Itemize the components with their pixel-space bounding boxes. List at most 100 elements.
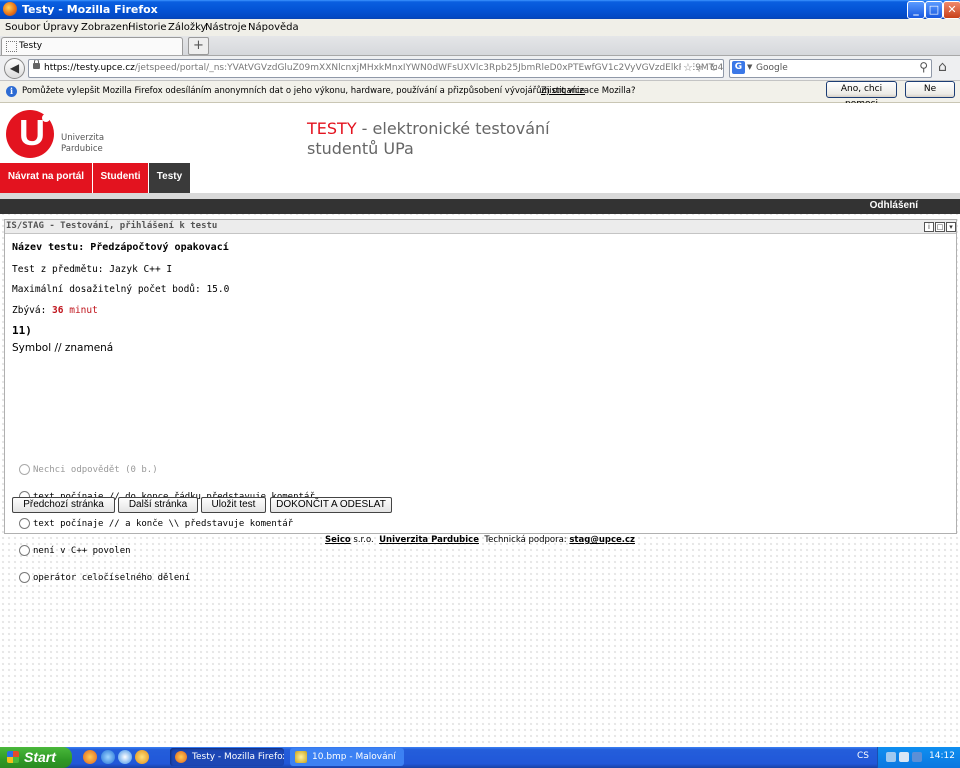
test-subject: Test z předmětu: Jazyk C++ I xyxy=(12,264,173,275)
system-tray: 14:12 xyxy=(877,747,960,768)
logo-dot xyxy=(42,114,50,122)
menu-view[interactable]: Zobrazení xyxy=(81,22,131,33)
notification-bar: i Pomůžete vylepšit Mozilla Firefox odes… xyxy=(0,81,960,109)
nav-item-portal[interactable]: Návrat na portál xyxy=(0,163,92,193)
lock-icon xyxy=(33,60,40,69)
menu-file[interactable]: Soubor xyxy=(5,22,40,33)
portlet-title: IS/STAG - Testování, přihlášení k testu xyxy=(6,221,218,231)
learn-more-link[interactable]: Zjistit více xyxy=(541,86,585,96)
radio-button[interactable] xyxy=(19,572,30,583)
radio-button[interactable] xyxy=(19,545,30,556)
site-header: U Univerzita Pardubice TESTY - elektroni… xyxy=(0,103,960,193)
nav-item-students[interactable]: Studenti xyxy=(93,163,148,193)
home-icon[interactable]: ⌂ xyxy=(938,59,947,75)
taskbar-item-firefox[interactable]: Testy - Mozilla Firefox xyxy=(170,748,284,766)
menu-bookmarks[interactable]: Záložky xyxy=(168,22,206,33)
finish-and-submit-button[interactable]: DOKONČIT A ODESLAT xyxy=(270,497,392,513)
taskbar-item-paint[interactable]: 10.bmp - Malování xyxy=(290,748,404,766)
media-quicklaunch-icon[interactable] xyxy=(118,750,132,764)
start-label: Start xyxy=(24,749,56,765)
university-logo[interactable]: U xyxy=(6,110,54,158)
radio-button[interactable] xyxy=(19,464,30,475)
search-engine-dropdown-icon[interactable]: ▼ xyxy=(747,63,752,71)
menu-bar: Soubor Úpravy Zobrazení Historie Záložky… xyxy=(0,19,960,36)
time-remaining-unit: minut xyxy=(63,305,98,316)
language-indicator[interactable]: CS xyxy=(857,751,869,761)
new-tab-button[interactable]: + xyxy=(188,37,209,55)
time-remaining-value: 36 xyxy=(52,305,64,316)
url-path: /jetspeed/portal/_ns:YVAtVGVzdGluZ09mXXN… xyxy=(134,63,724,73)
support-email-link[interactable]: stag@upce.cz xyxy=(569,535,635,545)
menu-help[interactable]: Nápověda xyxy=(248,22,299,33)
answer-label: text počínaje // a konče \\ představuje … xyxy=(33,519,294,529)
page-footer: Seico s.r.o. Univerzita Pardubice Techni… xyxy=(0,535,960,545)
site-title-highlight: TESTY xyxy=(307,119,357,138)
answer-label: Nechci odpovědět (0 b.) xyxy=(33,465,158,475)
portlet-header: IS/STAG - Testování, přihlášení k testu … xyxy=(5,220,956,234)
user-bar: Odhlášení xyxy=(0,199,960,214)
close-button[interactable]: ✕ xyxy=(943,1,960,19)
windows-logo-icon xyxy=(7,751,19,763)
portlet-info-icon[interactable]: i xyxy=(924,222,934,232)
star-icon[interactable]: ☆ xyxy=(681,61,693,74)
max-points: Maximální dosažitelný počet bodů: 15.0 xyxy=(12,284,230,295)
portlet-maximize-icon[interactable]: □ xyxy=(935,222,945,232)
radio-button[interactable] xyxy=(19,518,30,529)
time-remaining: Zbývá: 36 minut xyxy=(12,305,98,316)
decline-button[interactable]: Ne xyxy=(905,81,955,98)
search-box[interactable]: G ▼ Google ⚲ xyxy=(729,59,932,78)
answer-label: není v C++ povolen xyxy=(33,546,131,556)
firefox-quicklaunch-icon[interactable] xyxy=(83,750,97,764)
test-name: Název testu: Předzápočtový opakovací xyxy=(12,242,229,253)
url-text: https://testy.upce.cz/jetspeed/portal/_n… xyxy=(44,63,724,73)
address-bar[interactable]: https://testy.upce.cz/jetspeed/portal/_n… xyxy=(28,59,724,78)
navigation-bar: ◀ https://testy.upce.cz/jetspeed/portal/… xyxy=(0,56,960,81)
test-portlet: IS/STAG - Testování, přihlášení k testu … xyxy=(4,219,957,583)
next-page-button[interactable]: Další stránka xyxy=(118,497,198,513)
network-icon[interactable] xyxy=(886,752,896,762)
messenger-quicklaunch-icon[interactable] xyxy=(135,750,149,764)
url-host: https://testy.upce.cz xyxy=(44,63,135,73)
volume-icon[interactable] xyxy=(912,752,922,762)
google-icon[interactable]: G xyxy=(732,61,745,74)
support-label: Technická podpora: xyxy=(478,535,570,545)
search-input[interactable]: Google xyxy=(756,63,788,73)
monitor-icon[interactable] xyxy=(899,752,909,762)
previous-page-button[interactable]: Předchozí stránka xyxy=(12,497,115,513)
dropdown-icon[interactable]: ▽ xyxy=(696,64,702,73)
question-text: Symbol // znamená xyxy=(12,342,114,354)
logo-line-2: Pardubice xyxy=(61,144,103,154)
search-icon[interactable]: ⚲ xyxy=(919,60,928,74)
nav-item-tests[interactable]: Testy xyxy=(149,163,190,193)
tab-testy[interactable]: Testy xyxy=(1,37,183,55)
accept-button[interactable]: Ano, chci pomoci xyxy=(826,81,897,109)
site-title: TESTY - elektronické testování studentů … xyxy=(307,119,550,159)
logout-link[interactable]: Odhlášení xyxy=(870,200,918,211)
reload-icon[interactable]: ↻ xyxy=(709,61,718,74)
paint-icon xyxy=(295,751,307,763)
window-title-bar[interactable]: Testy - Mozilla Firefox _ □ ✕ xyxy=(0,0,960,19)
maximize-button[interactable]: □ xyxy=(925,1,943,19)
company-suffix: s.r.o. xyxy=(350,535,380,545)
save-test-button[interactable]: Uložit test xyxy=(201,497,266,513)
menu-tools[interactable]: Nástroje xyxy=(205,22,247,33)
logo-text: Univerzita Pardubice xyxy=(61,133,104,155)
start-button[interactable]: Start xyxy=(0,747,72,768)
taskbar-item-label: 10.bmp - Malování xyxy=(312,752,396,762)
menu-history[interactable]: Historie xyxy=(128,22,167,33)
company-link[interactable]: Seico xyxy=(325,535,351,545)
back-button[interactable]: ◀ xyxy=(4,58,25,79)
minimize-button[interactable]: _ xyxy=(907,1,925,19)
portlet-minimize-icon[interactable]: ▾ xyxy=(946,222,956,232)
window-title: Testy - Mozilla Firefox xyxy=(22,3,158,16)
menu-edit[interactable]: Úpravy xyxy=(43,22,79,33)
time-remaining-label: Zbývá: xyxy=(12,305,53,316)
ie-quicklaunch-icon[interactable] xyxy=(101,750,115,764)
tab-strip: Testy + xyxy=(0,36,960,56)
university-link[interactable]: Univerzita Pardubice xyxy=(379,535,479,545)
site-title-rest: - elektronické testování xyxy=(356,119,550,138)
logo-line-1: Univerzita xyxy=(61,133,105,143)
clock: 14:12 xyxy=(929,751,955,761)
taskbar-item-label: Testy - Mozilla Firefox xyxy=(192,752,284,762)
tab-label: Testy xyxy=(19,41,43,51)
